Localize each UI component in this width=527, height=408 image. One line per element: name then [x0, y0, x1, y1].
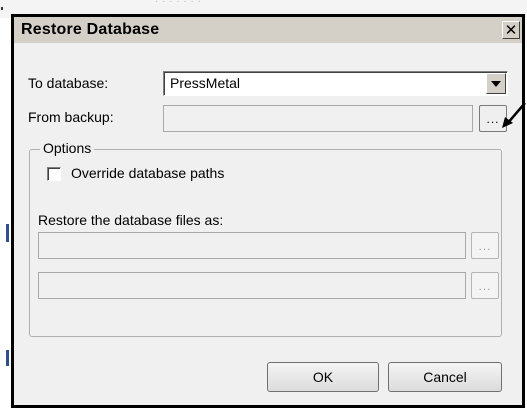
browse-button-label: ... — [478, 278, 492, 293]
cancel-button[interactable]: Cancel — [388, 362, 502, 392]
dialog-body: To database: PressMetal From backup: ...… — [14, 43, 522, 405]
browse-button-label: ... — [486, 111, 500, 126]
options-group-label: Options — [40, 140, 95, 156]
restore-file-field[interactable] — [38, 232, 466, 259]
override-paths-checkbox[interactable] — [47, 167, 61, 181]
restore-file-browse-button[interactable]: ... — [471, 232, 499, 259]
ok-button-label: OK — [312, 369, 334, 385]
background-left-tick — [1, 7, 3, 10]
browse-button-label: ... — [478, 238, 492, 253]
close-button[interactable]: ✕ — [502, 21, 520, 39]
restore-file-field[interactable] — [38, 272, 466, 299]
close-icon: ✕ — [504, 21, 518, 39]
to-database-combobox[interactable]: PressMetal — [163, 71, 508, 96]
background-ghost-text: · · · · · · · — [155, 0, 202, 7]
to-database-value: PressMetal — [170, 75, 241, 91]
cancel-button-label: Cancel — [423, 369, 467, 385]
from-backup-field[interactable] — [163, 105, 473, 132]
title-bar[interactable]: Restore Database ✕ — [14, 17, 522, 43]
restore-file-browse-button[interactable]: ... — [471, 272, 499, 299]
dropdown-button[interactable] — [486, 73, 506, 94]
background-left-marker — [6, 224, 9, 242]
to-database-label: To database: — [28, 75, 109, 91]
screenshot-stage: · · · · · · · Restore Database ✕ To data… — [0, 0, 527, 408]
ok-button[interactable]: OK — [267, 362, 379, 392]
background-left-marker — [6, 350, 9, 366]
from-backup-label: From backup: — [28, 109, 114, 125]
arrow-icon — [502, 102, 526, 128]
override-paths-label[interactable]: Override database paths — [71, 165, 224, 181]
chevron-down-icon — [491, 80, 501, 87]
restore-database-dialog: Restore Database ✕ To database: PressMet… — [11, 14, 525, 408]
dialog-title: Restore Database — [21, 21, 160, 38]
restore-files-label: Restore the database files as: — [38, 212, 224, 228]
